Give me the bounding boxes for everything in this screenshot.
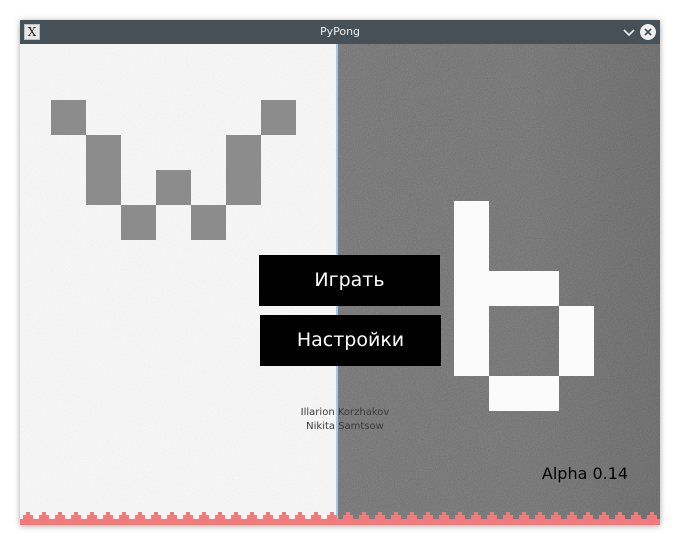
logo-b-pixel (489, 271, 524, 306)
logo-b-pixel (454, 341, 489, 376)
logo-w-pixel (226, 135, 261, 170)
window-title: PyPong (319, 25, 361, 38)
logo-b-pixel (524, 376, 559, 411)
logo-b-pixel (489, 376, 524, 411)
settings-button[interactable]: Настройки (260, 315, 441, 366)
logo-b-pixel (454, 236, 489, 271)
play-button[interactable]: Играть (259, 255, 440, 306)
logo-b-pixel (454, 201, 489, 236)
logo-w-pixel (51, 100, 86, 135)
logo-b-pixel (524, 271, 559, 306)
credit-author-2: Nikita Samtsow (306, 421, 384, 432)
title-bar[interactable]: X PyPong (20, 20, 660, 44)
logo-w-pixel (226, 170, 261, 205)
credit-author-1: Illarion Korzhakov (300, 407, 390, 418)
logo-w-pixel (261, 100, 296, 135)
credits: Illarion Korzhakov Nikita Samtsow (245, 406, 445, 434)
logo-w-pixel (156, 170, 191, 205)
logo-b-pixel (454, 271, 489, 306)
bottom-border-pattern (20, 512, 660, 525)
logo-w-pixel (121, 205, 156, 240)
minimize-button[interactable] (621, 24, 637, 40)
logo-b-pixel (454, 306, 489, 341)
close-icon (644, 28, 652, 36)
logo-w-pixel (191, 205, 226, 240)
logo-b-pixel (559, 306, 594, 341)
chevron-down-icon (623, 29, 635, 37)
logo-w-pixel (86, 170, 121, 205)
app-window: X PyPong Играть Настройки Illarion Korzh… (20, 20, 660, 525)
game-field: Играть Настройки Illarion Korzhakov Niki… (20, 44, 660, 525)
close-button[interactable] (640, 24, 656, 40)
logo-b-pixel (559, 341, 594, 376)
version-label: Alpha 0.14 (541, 464, 629, 483)
logo-w-pixel (86, 135, 121, 170)
